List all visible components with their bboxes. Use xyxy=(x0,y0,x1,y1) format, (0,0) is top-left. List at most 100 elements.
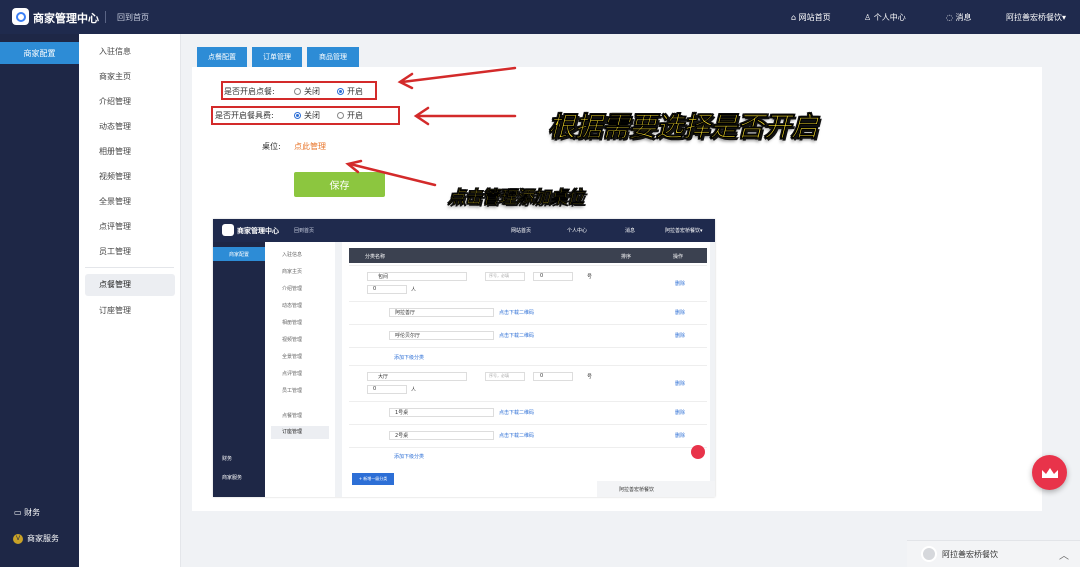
message-icon: ◌ xyxy=(946,13,953,22)
side-nav-item-finance[interactable]: ▭ 财务 xyxy=(14,507,40,518)
preview-side-active: 商家配置 xyxy=(213,247,265,261)
preview-row-input: 阿拉善厅 xyxy=(389,308,494,317)
preview-num-suffix: 号 xyxy=(587,374,593,380)
preview-delete: 删除 xyxy=(675,281,686,287)
preview-zero: 0 xyxy=(533,372,573,381)
callout-toggle-hint: 根据需要选择是否开启 xyxy=(548,112,818,143)
sub-nav-item-ordering-active[interactable]: 点餐管理 xyxy=(85,274,175,296)
preview-float-icon xyxy=(691,445,705,459)
preview-top-bar: 商家管理中心 回到首页 网站首页 个人中心 消息 阿拉善宏桥餐饮▾ xyxy=(213,219,715,242)
preview-sub-nav: 入驻信息 商家主页 介绍管理 动态管理 相册管理 视频管理 全景管理 点评管理 … xyxy=(265,242,335,497)
preview-side-nav: 商家配置 财务 商家服务 xyxy=(213,242,265,497)
preview-title: 商家管理中心 xyxy=(237,227,279,235)
app-logo-icon xyxy=(12,8,29,25)
sub-nav-item[interactable]: 全景管理 xyxy=(79,196,180,207)
sub-nav-item[interactable]: 介绍管理 xyxy=(79,96,180,107)
sub-nav-item[interactable]: 商家主页 xyxy=(79,71,180,82)
divider xyxy=(105,11,106,23)
home-icon: ⌂ xyxy=(791,13,797,22)
preview-sub-item: 全景管理 xyxy=(282,354,303,360)
preview-profile: 个人中心 xyxy=(567,228,588,234)
sub-nav: 入驻信息 商家主页 介绍管理 动态管理 相册管理 视频管理 全景管理 点评管理 … xyxy=(79,34,181,567)
chat-bar[interactable]: 阿拉善宏桥餐饮 ︿ xyxy=(907,540,1080,567)
preview-sub-active: 订座管理 xyxy=(271,426,329,439)
app-title: 商家管理中心 xyxy=(33,12,99,25)
preview-side-service: 商家服务 xyxy=(222,475,243,481)
tab-order-management[interactable]: 订单管理 xyxy=(252,47,302,67)
preview-sub-item: 商家主页 xyxy=(282,269,303,275)
preview-delete: 删除 xyxy=(675,410,686,416)
wallet-icon: ▭ xyxy=(14,508,22,517)
preview-table-header: 分类名称 排序 操作 xyxy=(349,248,707,263)
preview-person: 人 xyxy=(411,287,417,293)
preview-row-input: 2号桌 xyxy=(389,431,494,440)
preview-sub-item: 员工管理 xyxy=(282,388,303,394)
preview-num-suffix: 号 xyxy=(587,274,593,280)
chevron-up-icon[interactable]: ︿ xyxy=(1059,547,1069,562)
preview-side-finance: 财务 xyxy=(222,456,233,462)
preview-sub-item: 入驻信息 xyxy=(282,252,303,258)
customer-service-button[interactable] xyxy=(1032,455,1067,490)
avatar xyxy=(921,546,937,562)
preview-col-order: 排序 xyxy=(621,254,632,260)
preview-delete: 删除 xyxy=(675,310,686,316)
preview-col-action: 操作 xyxy=(673,254,684,260)
preview-messages: 消息 xyxy=(625,228,636,234)
preview-chat-bar: 阿拉善宏桥餐饮 xyxy=(597,481,715,497)
table-label: 桌位: xyxy=(262,142,281,151)
sub-nav-item[interactable]: 员工管理 xyxy=(79,246,180,257)
sub-nav-item[interactable]: 视频管理 xyxy=(79,171,180,182)
preview-qrcode-link: 点击下载二维码 xyxy=(499,433,535,439)
preview-cat-input: 大厅 xyxy=(367,372,467,381)
preview-row: 1号桌 点击下载二维码 删除 xyxy=(349,401,707,424)
manage-tables-link[interactable]: 点此管理 xyxy=(294,141,326,152)
side-nav-item-merchant-config[interactable]: 商家配置 xyxy=(0,42,79,64)
home-link[interactable]: 回到首页 xyxy=(117,12,149,23)
preview-add-child-row: 添加下级分类 xyxy=(349,447,707,464)
preview-row: 呼伦贝尔厅 点击下载二维码 删除 xyxy=(349,324,707,347)
preview-sub-item: 视频管理 xyxy=(282,337,303,343)
preview-sub-item: 相册管理 xyxy=(282,320,303,326)
preview-sub-item: 动态管理 xyxy=(282,303,303,309)
sub-nav-item[interactable]: 点评管理 xyxy=(79,221,180,232)
arrow-line xyxy=(400,66,517,84)
messages-link[interactable]: ◌ 消息 xyxy=(946,12,972,23)
preview-add-child: 添加下级分类 xyxy=(394,454,425,460)
account-menu[interactable]: 阿拉善宏桥餐饮▾ xyxy=(1006,12,1066,23)
vip-icon: V xyxy=(13,533,23,544)
side-nav-item-merchant-service[interactable]: V 商家服务 xyxy=(13,533,59,544)
preview-home-link: 回到首页 xyxy=(294,228,315,234)
preview-qrcode-link: 点击下载二维码 xyxy=(499,310,535,316)
preview-row-input: 呼伦贝尔厅 xyxy=(389,331,494,340)
preview-site-home: 网站首页 xyxy=(511,228,532,234)
preview-row-input: 1号桌 xyxy=(389,408,494,417)
user-icon: ♙ xyxy=(864,13,872,22)
tab-ordering-config[interactable]: 点餐配置 xyxy=(197,47,247,67)
sub-nav-item[interactable]: 相册管理 xyxy=(79,146,180,157)
preview-hint: 序号，必填 xyxy=(485,372,525,381)
preview-row: 阿拉善厅 点击下载二维码 删除 xyxy=(349,301,707,324)
annotation-arrows xyxy=(345,66,517,187)
sub-nav-item[interactable]: 入驻信息 xyxy=(79,46,180,57)
preview-person: 人 xyxy=(411,387,417,393)
preview-add-cat-button: + 新增一级分类 xyxy=(352,473,394,485)
preview-logo-icon xyxy=(222,224,234,236)
sub-nav-item[interactable]: 动态管理 xyxy=(79,121,180,132)
site-home-link[interactable]: ⌂ 网站首页 xyxy=(791,12,831,23)
preview-cat-input: 包间 xyxy=(367,272,467,281)
preview-delete: 删除 xyxy=(675,381,686,387)
preview-delete: 删除 xyxy=(675,433,686,439)
crown-icon xyxy=(1041,467,1058,478)
preview-hint: 序号，必填 xyxy=(485,272,525,281)
sub-nav-item-reservations[interactable]: 订座管理 xyxy=(79,305,180,316)
callout-manage-hint: 点击管理添加桌位 xyxy=(448,188,584,208)
preview-qrcode-link: 点击下载二维码 xyxy=(499,410,535,416)
top-bar: 商家管理中心 回到首页 ⌂ 网站首页 ♙ 个人中心 ◌ 消息 阿拉善宏桥餐饮▾ xyxy=(0,0,1080,34)
preview-account: 阿拉善宏桥餐饮▾ xyxy=(665,228,703,234)
profile-link[interactable]: ♙ 个人中心 xyxy=(864,12,906,23)
preview-zero: 0 xyxy=(533,272,573,281)
preview-sub-item: 点评管理 xyxy=(282,371,303,377)
preview-zero: 0 xyxy=(367,385,407,394)
preview-sub-item: 点餐管理 xyxy=(282,413,303,419)
chat-name: 阿拉善宏桥餐饮 xyxy=(942,550,998,559)
